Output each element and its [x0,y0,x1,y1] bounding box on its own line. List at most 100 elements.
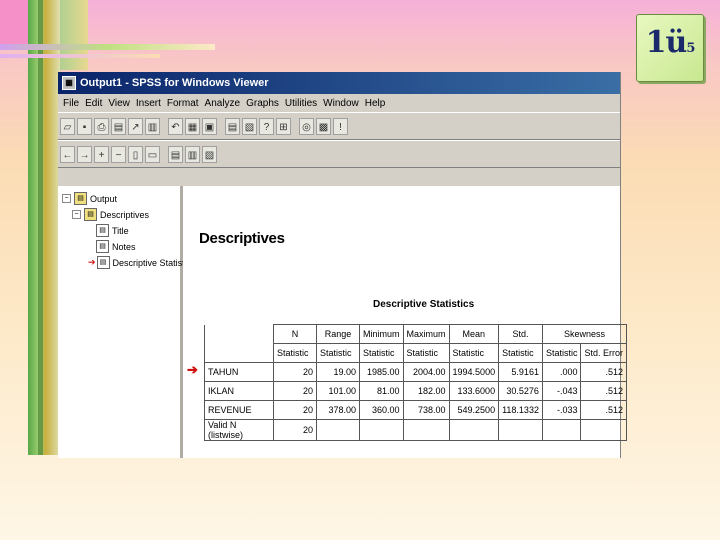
table-cell: 360.00 [359,400,404,420]
menu-view[interactable]: View [105,98,133,109]
header-range: Range [316,324,360,344]
table-cell: 20 [273,400,317,420]
tree-item-output[interactable]: − ▤ Output [62,192,117,205]
dialog-recall-icon[interactable]: ▥ [145,117,160,135]
export-icon[interactable]: ↗ [128,117,143,135]
decor-horizontal-bar-2 [0,54,160,58]
undo-icon[interactable]: ↶ [168,117,183,135]
descriptive-statistics-table[interactable]: N Range Minimum Maximum Mean Std. Skewne… [204,324,627,441]
use-sets-icon[interactable]: ◎ [299,117,314,135]
subheader-cell: Statistic [273,343,317,363]
insert-heading-icon[interactable]: ▤ [168,145,183,163]
subheader-cell: Statistic [359,343,404,363]
table-cell: 378.00 [316,400,360,420]
slide-number-sub: 5 [686,41,695,56]
show-icon[interactable]: ▯ [128,145,143,163]
page-icon: ▤ [96,224,109,237]
table-cell: 1994.5000 [448,362,500,382]
expand-icon[interactable]: + [94,145,109,163]
table-row: Valid N (listwise) 20 [204,419,627,441]
subheader-cell: Statistic [316,343,360,363]
table-subheader-row: Statistic Statistic Statistic Statistic … [204,343,627,363]
insert-title-icon[interactable]: ▥ [185,145,200,163]
slide-number-main: 1ü [645,25,688,60]
row-label: REVENUE [204,400,274,420]
open-icon[interactable]: ▱ [60,117,75,135]
toolbar-separator-2 [219,118,223,135]
table-cell [498,419,543,441]
table-cell [359,419,404,441]
row-label: IKLAN [204,381,274,401]
tree-item-title[interactable]: ▤ Title [96,224,129,237]
toolbar-separator [162,118,166,135]
goto-chart-icon[interactable]: ▦ [185,117,200,135]
table-title: Descriptive Statistics [373,299,475,310]
collapse-toggle-icon[interactable]: − [62,194,71,203]
outline-tree: − ▤ Output − ▤ Descriptives ▤ Title ▤ No… [58,186,196,458]
table-row: TAHUN 20 19.00 1985.00 2004.00 1994.5000… [204,362,627,382]
table-cell [448,419,500,441]
hide-icon[interactable]: ▭ [145,145,160,163]
header-mean: Mean [448,324,500,344]
window-title: Output1 - SPSS for Windows Viewer [80,77,269,89]
menu-file[interactable]: File [60,98,82,109]
app-icon: ▦ [62,76,76,90]
collapse-toggle-icon[interactable]: − [72,210,81,219]
menu-edit[interactable]: Edit [82,98,105,109]
slide-number: 1ü5 [637,25,703,60]
case-icon[interactable]: ? [259,117,274,135]
show-all-icon[interactable]: ▩ [316,117,331,135]
menu-insert[interactable]: Insert [133,98,164,109]
promote-icon[interactable]: ← [60,145,75,163]
table-cell [541,419,582,441]
menu-graphs[interactable]: Graphs [243,98,282,109]
tree-item-notes[interactable]: ▤ Notes [96,240,136,253]
print-preview-icon[interactable]: ▤ [111,117,126,135]
table-cell: 133.6000 [448,381,500,401]
row-label: TAHUN [204,362,274,382]
table-cell [580,419,627,441]
menu-utilities[interactable]: Utilities [282,98,320,109]
insert-icon[interactable]: ⊞ [276,117,291,135]
table-cell: .512 [580,362,627,382]
tree-item-descriptives[interactable]: − ▤ Descriptives [72,208,149,221]
menu-format[interactable]: Format [164,98,202,109]
slide-number-scroll-badge: 1ü5 [636,14,704,82]
subheader-cell: Statistic [402,343,450,363]
table-cell: 2004.00 [402,362,450,382]
tree-item-label: Title [112,225,129,236]
variables-icon[interactable]: ▤ [225,117,240,135]
table-cell: 81.00 [359,381,404,401]
outline-toolbar: ← → + − ▯ ▭ ▤ ▥ ▧ [58,140,620,168]
toolbar-separator-3 [293,118,297,135]
table-cell: 20 [273,419,317,441]
table-cell: 20 [273,381,317,401]
tree-item-label: Notes [112,241,136,252]
save-icon[interactable]: ▪ [77,117,92,135]
insert-text-icon[interactable]: ▧ [202,145,217,163]
header-n: N [273,324,317,344]
menu-analyze[interactable]: Analyze [202,98,244,109]
decor-pink-block [0,0,28,44]
table-header-row: N Range Minimum Maximum Mean Std. Skewne… [204,324,627,344]
table-cell: 5.9161 [498,362,543,382]
find-icon[interactable]: ▧ [242,117,257,135]
table-cell: 118.1332 [498,400,543,420]
goto-data-icon[interactable]: ▣ [202,117,217,135]
print-icon[interactable]: ⎙ [94,117,109,135]
alert-icon[interactable]: ! [333,117,348,135]
table-row: REVENUE 20 378.00 360.00 738.00 549.2500… [204,400,627,420]
table-cell: .512 [580,400,627,420]
table-cell: 1985.00 [359,362,404,382]
subheader-cell: Statistic [498,343,543,363]
menu-help[interactable]: Help [362,98,389,109]
table-cell: -.033 [541,400,582,420]
window-titlebar[interactable]: ▦ Output1 - SPSS for Windows Viewer [58,72,620,94]
menu-window[interactable]: Window [320,98,362,109]
table-page-icon: ▤ [96,256,110,269]
collapse-icon[interactable]: − [111,145,126,163]
table-cell: -.043 [541,381,582,401]
header-std: Std. [498,324,543,344]
demote-icon[interactable]: → [77,145,92,163]
tree-item-descriptive-statistics[interactable]: ➔ ▤ Descriptive Statistics [88,256,196,269]
